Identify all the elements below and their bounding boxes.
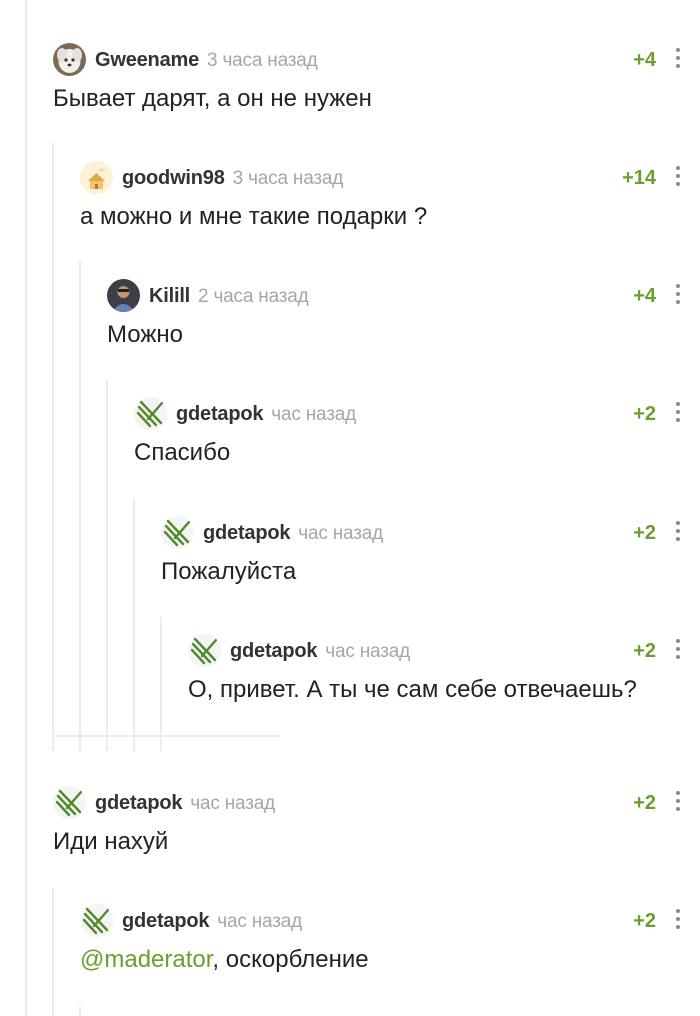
green-diagonal-lines-icon — [188, 634, 221, 667]
comment-text: а можно и мне такие подарки ? — [80, 203, 428, 230]
comment-text: Можно — [107, 321, 183, 348]
comment-text-rest: , оскорбление — [212, 946, 369, 973]
green-diagonal-lines-icon — [161, 516, 194, 549]
avatar[interactable] — [80, 904, 113, 937]
timestamp: 3 часа назад — [232, 168, 344, 189]
more-icon[interactable] — [674, 636, 682, 666]
avatar-dog-icon — [53, 43, 86, 76]
timestamp: 3 часа назад — [207, 50, 318, 71]
comment: Kilill 2 часа назад +4 Можно — [107, 279, 700, 359]
user-mention-link[interactable]: @maderator — [80, 946, 212, 973]
avatar-house-icon — [80, 161, 113, 194]
thread-line — [25, 0, 27, 1016]
comment-text: Спасибо — [134, 439, 231, 466]
comment-header: goodwin98 3 часа назад +14 — [80, 161, 700, 195]
author-name[interactable]: goodwin98 3 часа назад — [122, 167, 343, 190]
more-icon[interactable] — [674, 906, 682, 936]
timestamp: час назад — [298, 523, 383, 544]
rating: +2 — [633, 403, 656, 425]
avatar[interactable] — [188, 634, 221, 667]
author-label[interactable]: goodwin98 — [122, 167, 225, 189]
timestamp: час назад — [190, 793, 275, 814]
author-name[interactable]: gdetapok час назад — [203, 522, 383, 545]
comment-header: gdetapok час назад +2 — [134, 397, 700, 431]
comment-header: gdetapok час назад +2 — [53, 786, 700, 820]
rating: +14 — [622, 167, 656, 189]
author-name[interactable]: gdetapok час назад — [176, 403, 356, 426]
comment-header: gdetapok час назад +2 — [188, 634, 700, 668]
author-label[interactable]: gdetapok — [122, 910, 209, 932]
thread-line — [79, 1006, 81, 1016]
author-name[interactable]: Gweename 3 часа назад — [95, 49, 318, 72]
more-icon[interactable] — [674, 45, 682, 75]
thread-line — [106, 380, 108, 751]
thread-line — [52, 143, 54, 751]
green-diagonal-lines-icon — [53, 786, 86, 819]
green-diagonal-lines-icon — [80, 904, 113, 937]
rating: +4 — [633, 285, 656, 307]
author-label[interactable]: Gweename — [95, 49, 199, 71]
avatar-person-icon — [107, 279, 140, 312]
more-icon[interactable] — [674, 163, 682, 193]
comment-header: gdetapok час назад +2 — [80, 904, 700, 938]
rating: +2 — [633, 910, 656, 932]
author-name[interactable]: gdetapok час назад — [122, 910, 302, 933]
comment-header: gdetapok час назад +2 — [161, 516, 700, 550]
avatar[interactable] — [53, 786, 86, 819]
rating: +2 — [633, 792, 656, 814]
more-icon[interactable] — [674, 281, 682, 311]
author-label[interactable]: Kilill — [149, 285, 190, 307]
rating: +2 — [633, 640, 656, 662]
green-diagonal-lines-icon — [134, 397, 167, 430]
comment: gdetapok час назад +2 Пожалуйста — [161, 516, 700, 596]
comment: gdetapok час назад +2 Иди нахуй — [53, 786, 700, 866]
avatar[interactable] — [53, 43, 86, 76]
comment: goodwin98 3 часа назад +14 а можно и мне … — [80, 161, 700, 241]
rating: +2 — [633, 522, 656, 544]
thread-line — [52, 888, 54, 1016]
comment: gdetapok час назад +2 О, привет. А ты че … — [188, 634, 700, 714]
thread-line — [79, 261, 81, 751]
comment-text: Пожалуйста — [161, 558, 297, 585]
author-label[interactable]: gdetapok — [230, 640, 317, 662]
timestamp: час назад — [217, 911, 302, 932]
comment-header: Gweename 3 часа назад +4 — [53, 43, 700, 77]
timestamp: час назад — [325, 641, 410, 662]
more-icon[interactable] — [674, 518, 682, 548]
avatar[interactable] — [80, 161, 113, 194]
more-icon[interactable] — [674, 399, 682, 429]
thread-line — [160, 617, 162, 751]
author-name[interactable]: gdetapok час назад — [95, 792, 275, 815]
timestamp: час назад — [271, 404, 356, 425]
comment: gdetapok час назад +2 @maderator, оскорбл… — [80, 904, 700, 984]
author-label[interactable]: gdetapok — [95, 792, 182, 814]
comment-text: Бывает дарят, а он не нужен — [53, 85, 372, 112]
avatar[interactable] — [134, 397, 167, 430]
author-label[interactable]: gdetapok — [203, 522, 290, 544]
comment-text: Иди нахуй — [53, 828, 169, 855]
author-name[interactable]: gdetapok час назад — [230, 640, 410, 663]
more-icon[interactable] — [674, 788, 682, 818]
comment-text: О, привет. А ты че сам себе отвечаешь? — [188, 676, 637, 703]
author-label[interactable]: gdetapok — [176, 403, 263, 425]
avatar[interactable] — [107, 279, 140, 312]
comment-header: Kilill 2 часа назад +4 — [107, 279, 700, 313]
comment-text: @maderator, оскорбление — [80, 946, 369, 974]
author-name[interactable]: Kilill 2 часа назад — [149, 285, 309, 308]
thread-divider — [52, 735, 280, 737]
timestamp: 2 часа назад — [198, 286, 309, 307]
thread-line — [133, 498, 135, 751]
rating: +4 — [633, 49, 656, 71]
comment: Gweename 3 часа назад +4 Бывает дарят, а … — [53, 43, 700, 123]
comment: gdetapok час назад +2 Спасибо — [134, 397, 700, 477]
avatar[interactable] — [161, 516, 194, 549]
